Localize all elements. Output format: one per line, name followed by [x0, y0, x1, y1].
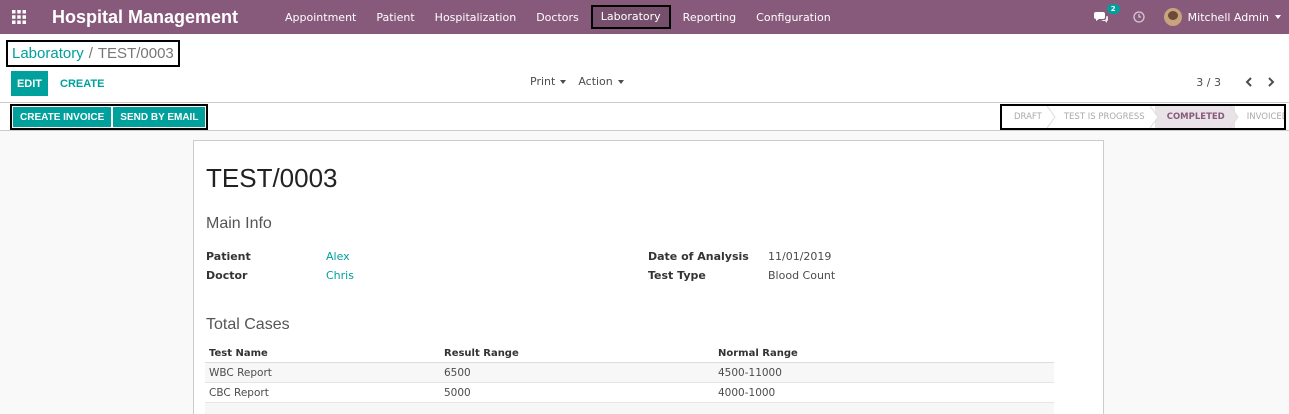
stage-arrow-icon: [1149, 106, 1159, 128]
doctor-label: Doctor: [206, 269, 248, 282]
date-of-analysis-label: Date of Analysis: [648, 250, 749, 263]
menu-item-hospitalization[interactable]: Hospitalization: [425, 0, 527, 34]
form-sheet: TEST/0003 Main Info Patient Alex Doctor …: [193, 140, 1104, 414]
action-label: Action: [578, 75, 613, 88]
table-row[interactable]: WBC Report 6500 4500-11000: [205, 363, 1054, 383]
pager-value[interactable]: 3 / 3: [1196, 76, 1221, 89]
cell-result-range: 6500: [444, 366, 471, 379]
edit-button[interactable]: EDIT: [11, 71, 48, 96]
menu-item-configuration[interactable]: Configuration: [746, 0, 841, 34]
cell-normal-range: 4000-1000: [718, 386, 776, 399]
stage-arrow-icon: [1229, 106, 1239, 128]
action-dropdowns: Print Action: [530, 75, 636, 88]
print-dropdown[interactable]: Print: [530, 75, 567, 88]
column-header-result-range[interactable]: Result Range: [440, 348, 714, 359]
stage-arrow-icon: [1046, 106, 1056, 128]
doctor-value-link[interactable]: Chris: [326, 269, 354, 282]
stage-pipeline: DRAFT TEST IS PROGRESS COMPLETED INVOICE…: [1000, 104, 1286, 130]
menu-item-reporting[interactable]: Reporting: [673, 0, 746, 34]
header-actions: CREATE INVOICE SEND BY EMAIL: [10, 104, 209, 130]
test-type-label: Test Type: [648, 269, 706, 282]
pager: 3 / 3: [1196, 75, 1277, 89]
activity-clock-icon[interactable]: [1132, 10, 1146, 24]
chat-icon: [1093, 12, 1108, 23]
record-title: TEST/0003: [206, 163, 338, 193]
main-menu: Appointment Patient Hospitalization Doct…: [275, 0, 841, 34]
form-statusbar: CREATE INVOICE SEND BY EMAIL DRAFT TEST …: [0, 103, 1289, 131]
table-row[interactable]: CBC Report 5000 4000-1000: [205, 383, 1054, 403]
menu-item-laboratory[interactable]: Laboratory: [590, 5, 671, 29]
user-name: Mitchell Admin: [1187, 10, 1269, 24]
chat-badge: 2: [1106, 4, 1120, 14]
app-brand[interactable]: Hospital Management: [52, 7, 238, 28]
breadcrumb-parent-link[interactable]: Laboratory: [12, 45, 84, 62]
chevron-right-icon: [1268, 77, 1275, 87]
stage-draft[interactable]: DRAFT: [1002, 106, 1056, 128]
top-navbar: Hospital Management Appointment Patient …: [0, 0, 1289, 34]
menu-item-patient[interactable]: Patient: [366, 0, 424, 34]
stage-label: COMPLETED: [1166, 112, 1225, 122]
send-by-email-button[interactable]: SEND BY EMAIL: [113, 107, 206, 127]
action-dropdown[interactable]: Action: [578, 75, 624, 88]
pager-next-button[interactable]: [1265, 75, 1277, 89]
navbar-right: 2 Mitchell Admin: [1088, 0, 1289, 34]
main-info-heading: Main Info: [206, 215, 272, 232]
caret-down-icon: [1275, 15, 1281, 19]
menu-item-appointment[interactable]: Appointment: [275, 0, 366, 34]
user-menu[interactable]: Mitchell Admin: [1163, 8, 1281, 26]
chevron-left-icon: [1245, 77, 1252, 87]
apps-grid-icon[interactable]: [2, 0, 36, 34]
test-type-value: Blood Count: [768, 269, 836, 282]
cell-test-name: CBC Report: [209, 386, 269, 399]
control-panel: Laboratory / TEST/0003 EDIT CREATE Print…: [0, 34, 1289, 103]
user-avatar: [1163, 8, 1182, 26]
table-header: Test Name Result Range Normal Range: [205, 345, 1054, 363]
print-label: Print: [530, 75, 556, 88]
breadcrumb: Laboratory / TEST/0003: [6, 40, 180, 67]
breadcrumb-current: TEST/0003: [97, 45, 174, 62]
date-of-analysis-value: 11/01/2019: [768, 250, 832, 263]
total-cases-table: Test Name Result Range Normal Range WBC …: [205, 345, 1054, 414]
cell-result-range: 5000: [444, 386, 471, 399]
create-button[interactable]: CREATE: [55, 71, 109, 96]
stage-label: DRAFT: [1014, 112, 1042, 122]
menu-item-doctors[interactable]: Doctors: [526, 0, 589, 34]
cell-test-name: WBC Report: [209, 366, 272, 379]
patient-label: Patient: [206, 250, 251, 263]
pager-previous-button[interactable]: [1243, 75, 1255, 89]
stage-test-in-progress[interactable]: TEST IS PROGRESS: [1052, 106, 1159, 128]
breadcrumb-separator: /: [88, 45, 93, 62]
stage-invoiced[interactable]: INVOICED: [1235, 106, 1286, 128]
chat-button[interactable]: 2: [1088, 4, 1120, 23]
column-header-normal-range[interactable]: Normal Range: [714, 348, 1054, 359]
caret-down-icon: [560, 79, 567, 84]
table-footer: [205, 403, 1054, 414]
caret-down-icon: [617, 79, 624, 84]
create-invoice-button[interactable]: CREATE INVOICE: [13, 107, 112, 127]
stage-label: INVOICED: [1246, 112, 1286, 122]
patient-value-link[interactable]: Alex: [326, 250, 350, 263]
cell-normal-range: 4500-11000: [718, 366, 782, 379]
stage-completed[interactable]: COMPLETED: [1154, 106, 1239, 128]
total-cases-heading: Total Cases: [206, 316, 290, 333]
stage-label: TEST IS PROGRESS: [1063, 112, 1145, 122]
column-header-test-name[interactable]: Test Name: [205, 348, 440, 359]
